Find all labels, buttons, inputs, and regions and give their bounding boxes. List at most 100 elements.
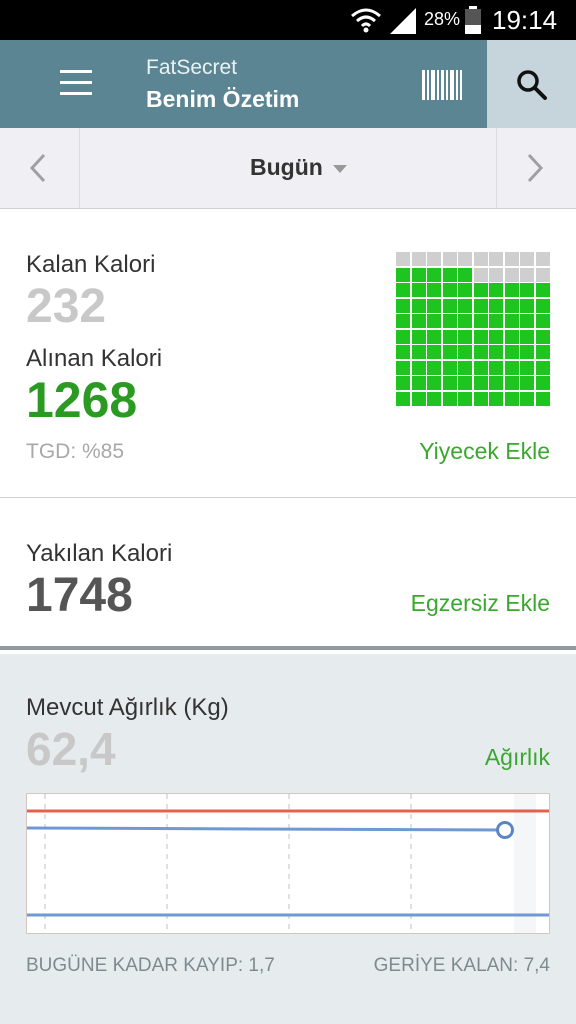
waffle-cell	[411, 298, 426, 313]
waffle-cell	[473, 329, 488, 344]
waffle-cell	[442, 267, 457, 282]
waffle-cell	[473, 283, 488, 297]
remaining-calories-label: Kalan Kalori	[26, 251, 156, 278]
waffle-cell	[442, 345, 457, 359]
waffle-cell	[489, 376, 503, 390]
waffle-cell	[411, 360, 426, 375]
waffle-cell	[535, 360, 550, 375]
menu-button[interactable]	[56, 70, 96, 98]
waffle-cell	[504, 252, 519, 266]
waffle-cell	[473, 252, 488, 266]
waffle-cell	[535, 329, 550, 344]
waffle-cell	[535, 252, 550, 266]
barcode-icon[interactable]	[420, 68, 464, 102]
waffle-cell	[504, 298, 519, 313]
chart-gridlines	[44, 794, 533, 933]
battery-icon	[465, 6, 481, 34]
waffle-cell	[427, 283, 441, 297]
waffle-cell	[535, 283, 550, 297]
waffle-cell	[504, 329, 519, 344]
waffle-cell	[458, 391, 472, 406]
waffle-cell	[458, 252, 472, 266]
waffle-cell	[427, 360, 441, 375]
waffle-cell	[504, 267, 519, 282]
chevron-left-icon	[29, 153, 46, 183]
weight-link[interactable]: Ağırlık	[485, 744, 550, 771]
waffle-cell	[396, 376, 410, 390]
waffle-cell	[504, 391, 519, 406]
page-title: Benim Özetim	[146, 86, 300, 112]
waffle-cell	[520, 283, 534, 297]
waffle-cell	[489, 345, 503, 359]
waffle-cell	[520, 298, 534, 313]
waffle-cell	[504, 345, 519, 359]
waffle-cell	[489, 267, 503, 282]
app-bar: FatSecret Benim Özetim	[0, 40, 576, 128]
signal-icon	[390, 8, 416, 34]
waffle-cell	[442, 283, 457, 297]
waffle-cell	[473, 267, 488, 282]
waffle-cell	[535, 345, 550, 359]
waffle-cell	[396, 345, 410, 359]
add-food-link[interactable]: Yiyecek Ekle	[419, 438, 550, 465]
waffle-cell	[411, 283, 426, 297]
waffle-cell	[520, 391, 534, 406]
waffle-cell	[442, 391, 457, 406]
waffle-cell	[427, 345, 441, 359]
waffle-cell	[489, 391, 503, 406]
waffle-cell	[520, 314, 534, 328]
waffle-cell	[442, 298, 457, 313]
current-weight-value: 62,4	[26, 723, 116, 775]
consumed-calories-value: 1268	[26, 372, 138, 428]
waffle-cell	[442, 360, 457, 375]
waffle-cell	[458, 345, 472, 359]
waffle-cell	[520, 252, 534, 266]
waffle-cell	[504, 360, 519, 375]
waffle-cell	[535, 298, 550, 313]
waffle-cell	[520, 376, 534, 390]
previous-day-button[interactable]	[0, 128, 80, 208]
exercise-card: Yakılan Kalori 1748 Egzersiz Ekle	[0, 498, 576, 650]
waffle-cell	[489, 283, 503, 297]
caret-down-icon[interactable]	[333, 165, 347, 173]
next-day-button[interactable]	[496, 128, 576, 208]
weight-card: Mevcut Ağırlık (Kg) 62,4 Ağırlık BUGÜNE …	[0, 654, 576, 1024]
waffle-cell	[411, 329, 426, 344]
status-bar: 28% 19:14	[0, 0, 576, 40]
waffle-cell	[520, 267, 534, 282]
search-icon	[517, 70, 547, 100]
waffle-cell	[458, 376, 472, 390]
waffle-cell	[473, 298, 488, 313]
waffle-cell	[427, 391, 441, 406]
chart-today-band	[514, 794, 536, 933]
waffle-cell	[411, 376, 426, 390]
waffle-cell	[442, 329, 457, 344]
date-selector[interactable]: Bugün	[250, 154, 323, 181]
rdi-waffle-chart	[396, 252, 550, 406]
waffle-cell	[504, 283, 519, 297]
rdi-percent: TGD: %85	[26, 440, 125, 463]
waffle-cell	[411, 252, 426, 266]
waffle-cell	[520, 360, 534, 375]
waffle-cell	[535, 314, 550, 328]
weight-chart[interactable]	[26, 793, 550, 934]
waffle-cell	[535, 376, 550, 390]
calories-card: Kalan Kalori 232 Alınan Kalori 1268 TGD:…	[0, 209, 576, 498]
waffle-cell	[473, 376, 488, 390]
waffle-cell	[489, 298, 503, 313]
date-navigation: Bugün	[0, 128, 576, 209]
weight-remaining-text: GERİYE KALAN: 7,4	[373, 955, 550, 976]
waffle-cell	[427, 298, 441, 313]
burned-calories-label: Yakılan Kalori	[26, 540, 173, 567]
waffle-cell	[520, 345, 534, 359]
waffle-cell	[442, 252, 457, 266]
waffle-cell	[489, 252, 503, 266]
waffle-cell	[473, 314, 488, 328]
waffle-cell	[520, 329, 534, 344]
add-exercise-link[interactable]: Egzersiz Ekle	[411, 590, 550, 617]
waffle-cell	[458, 298, 472, 313]
search-button[interactable]	[487, 40, 576, 128]
battery-percent: 28%	[424, 9, 461, 29]
current-weight-label: Mevcut Ağırlık (Kg)	[26, 694, 229, 721]
burned-calories-value: 1748	[26, 569, 133, 622]
